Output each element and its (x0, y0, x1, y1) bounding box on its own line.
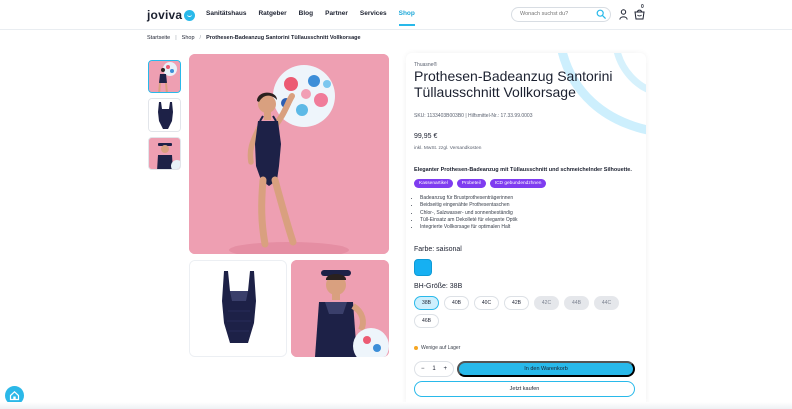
cart-count-badge: 0 (641, 4, 644, 10)
breadcrumb-home[interactable]: Startseite (147, 35, 170, 41)
user-icon[interactable] (619, 9, 628, 20)
nav-item-shop[interactable]: Shop (398, 10, 416, 26)
size-label: BH-Größe: 38B (414, 283, 463, 290)
nav-item-sanitaetshaus[interactable]: Sanitätshaus (206, 10, 246, 17)
model-closeup-photo (291, 260, 389, 357)
thumbnail-2[interactable] (148, 98, 181, 132)
qty-decrease-button[interactable]: − (421, 366, 425, 372)
feature-item: Badeanzug für Brustprothesenträgerinnen (420, 195, 518, 202)
thumbnail-model-photo (149, 61, 180, 92)
product-tags: Kassenartikel Probeteil ICD gebundendzhn… (414, 179, 547, 188)
feature-item: Beidseitig eingenähte Prothesentaschen (420, 202, 518, 209)
logo-text: joviva (147, 8, 183, 22)
product-price: 99,95 € (414, 133, 438, 140)
logo-smile-icon (184, 9, 196, 21)
tax-note[interactable]: inkl. MwSt. zzgl. Versandkosten (414, 146, 481, 151)
color-label: Farbe: saisonal (414, 246, 462, 253)
size-option-42b[interactable]: 42B (504, 296, 529, 310)
product-image-swimsuit[interactable] (189, 260, 287, 357)
quantity-stepper: − 1 + (414, 361, 454, 377)
stock-status: Wenige auf Lager (414, 345, 460, 351)
search-icon[interactable] (596, 9, 606, 19)
thumbnail-closeup-photo (149, 138, 180, 169)
nav-item-partner[interactable]: Partner (325, 10, 348, 17)
model-with-beach-ball-photo (189, 54, 389, 254)
color-swatch-saisonal[interactable] (414, 259, 432, 276)
cart-icon[interactable] (634, 9, 645, 20)
page-bottom-edge (0, 402, 792, 409)
feature-item: Chlor-, Salzwasser- und sonnenbeständig (420, 210, 518, 217)
nav-item-services[interactable]: Services (360, 10, 387, 17)
size-option-42c[interactable]: 42C (534, 296, 559, 310)
thumbnail-1[interactable] (148, 60, 181, 93)
thumbnail-3[interactable] (148, 137, 181, 170)
tag-badge: Kassenartikel (414, 179, 453, 188)
product-image-closeup[interactable] (291, 260, 389, 357)
nav-item-blog[interactable]: Blog (299, 10, 313, 17)
breadcrumb-separator: | (175, 35, 177, 41)
feature-item: Tüll-Einsatz am Dekolleté für elegante O… (420, 217, 518, 224)
feature-item: Integrierte Vollkorsage für optimalen Ha… (420, 224, 518, 231)
qty-value[interactable]: 1 (432, 366, 435, 372)
size-option-44b[interactable]: 44B (564, 296, 589, 310)
product-description: Eleganter Prothesen-Badeanzug mit Tüllau… (414, 167, 632, 173)
joviva-logo[interactable]: joviva (147, 8, 196, 22)
breadcrumb-separator: / (199, 35, 202, 41)
size-option-38b[interactable]: 38B (414, 296, 439, 310)
swimsuit-flat-photo (190, 261, 286, 356)
buy-now-button[interactable]: Jetzt kaufen (414, 381, 635, 397)
stock-dot-icon (414, 346, 418, 350)
nav-item-ratgeber[interactable]: Ratgeber (258, 10, 286, 17)
product-main-image[interactable] (189, 54, 389, 254)
size-option-40b[interactable]: 40B (444, 296, 469, 310)
product-title: Prothesen-Badeanzug Santorini Tüllaussch… (414, 68, 613, 100)
stock-text: Wenige auf Lager (421, 345, 461, 351)
product-sku: SKU: 1133403B003B0 | Hilfsmittel-Nr.: 17… (414, 113, 533, 119)
tag-badge: Probeteil (456, 179, 486, 188)
product-info-panel: Thuasne® Prothesen-Badeanzug Santorini T… (406, 53, 646, 409)
breadcrumb-current: Prothesen-Badeanzug Santorini Tüllaussch… (206, 35, 361, 41)
size-selector: 38B 40B 40C 42B 42C 44B 44C 46B (414, 296, 634, 328)
search-input[interactable] (520, 11, 590, 17)
size-option-46b[interactable]: 46B (414, 314, 439, 328)
home-icon (9, 390, 20, 401)
feature-list: Badeanzug für Brustprothesenträgerinnen … (420, 195, 518, 231)
breadcrumb: Startseite | Shop / Prothesen-Badeanzug … (147, 35, 361, 41)
site-header: joviva Sanitätshaus Ratgeber Blog Partne… (0, 0, 792, 30)
main-nav: Sanitätshaus Ratgeber Blog Partner Servi… (206, 10, 416, 26)
size-option-44c[interactable]: 44C (594, 296, 619, 310)
tag-badge: ICD gebundendzhnen (489, 179, 547, 188)
breadcrumb-shop[interactable]: Shop (182, 35, 195, 41)
add-to-cart-button[interactable]: In den Warenkorb (457, 361, 635, 377)
thumbnail-swimsuit-photo (149, 99, 180, 131)
size-option-40c[interactable]: 40C (474, 296, 499, 310)
qty-increase-button[interactable]: + (443, 366, 447, 372)
